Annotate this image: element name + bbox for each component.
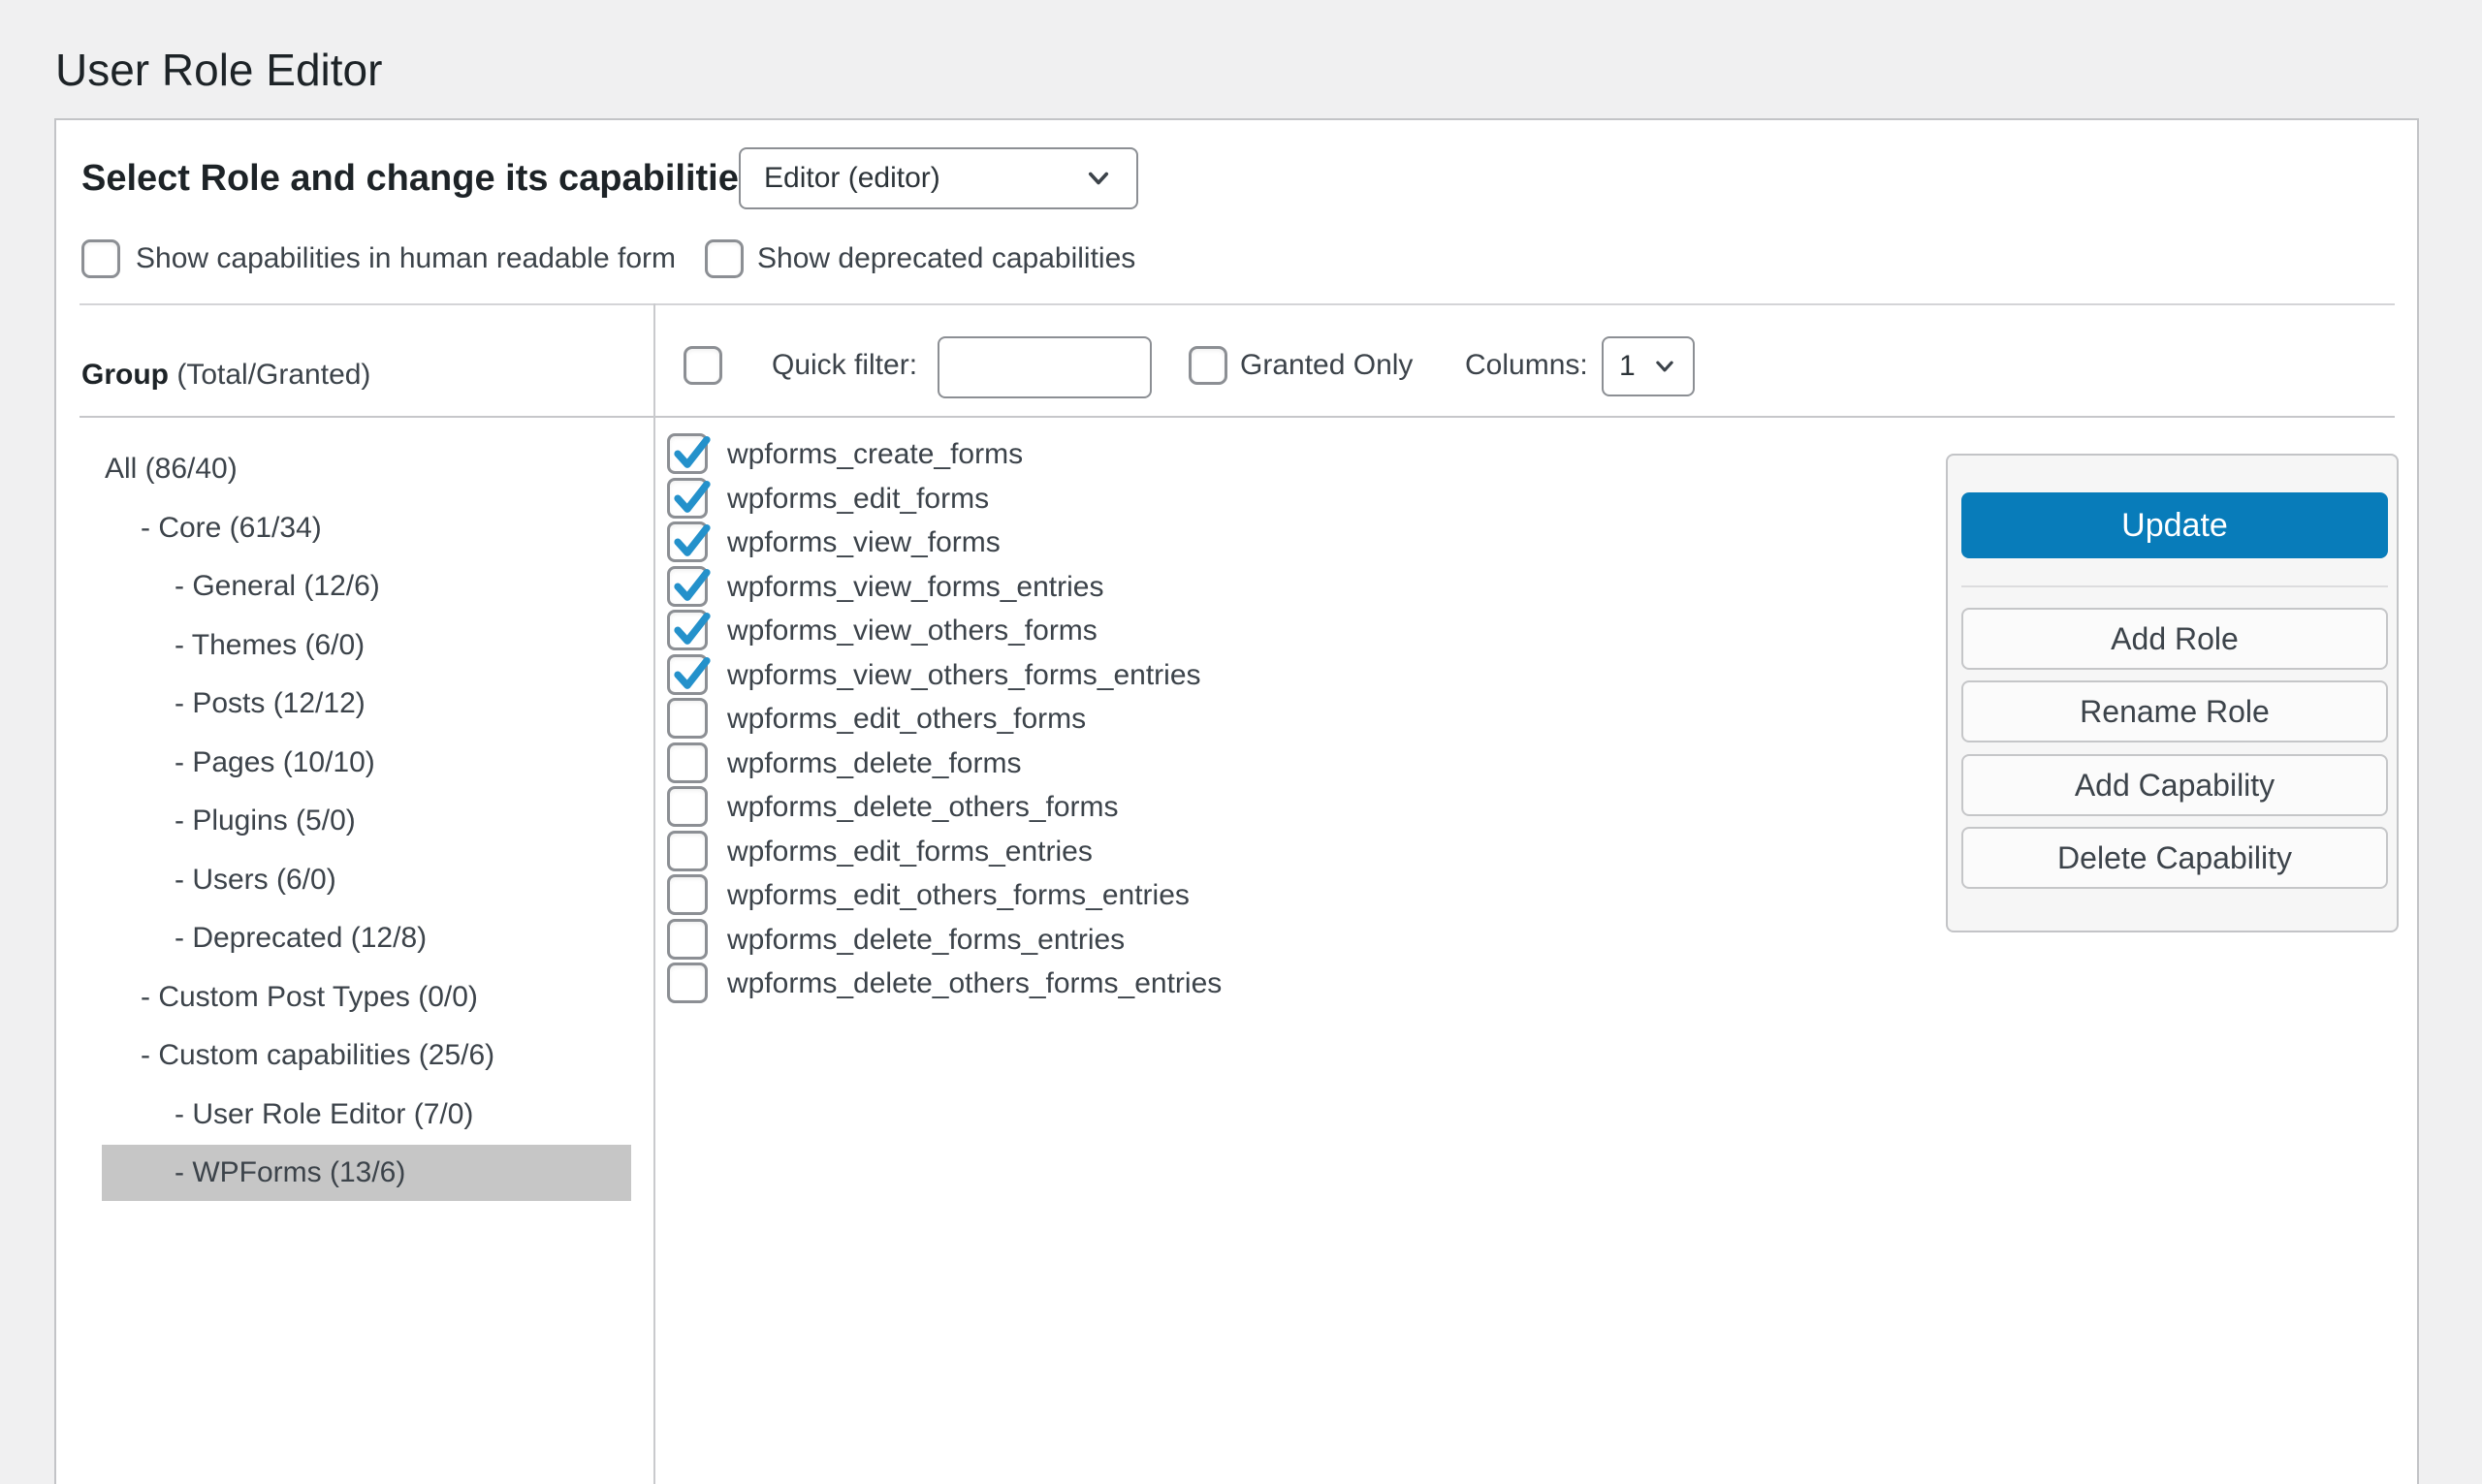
- chevron-down-icon: [1652, 354, 1677, 379]
- quick-filter-label: Quick filter:: [772, 346, 917, 385]
- group-tree-item[interactable]: - Pages (10/10): [102, 735, 631, 791]
- columns-select-value: 1: [1619, 350, 1636, 383]
- main-panel: Select Role and change its capabilities:…: [54, 118, 2419, 1484]
- capability-checkbox[interactable]: [667, 566, 708, 607]
- select-role-label: Select Role and change its capabilities:: [81, 147, 772, 209]
- group-tree-item[interactable]: - Deprecated (12/8): [102, 910, 631, 966]
- group-tree-item[interactable]: - General (12/6): [102, 558, 631, 615]
- capability-label: wpforms_view_forms_entries: [727, 566, 1103, 609]
- checkmark-icon: [670, 519, 715, 563]
- granted-only-label: Granted Only: [1240, 346, 1413, 385]
- capability-checkbox[interactable]: [667, 963, 708, 1003]
- granted-only-checkbox[interactable]: [1189, 346, 1227, 385]
- group-tree-item[interactable]: - Themes (6/0): [102, 617, 631, 674]
- group-tree-item[interactable]: - User Role Editor (7/0): [102, 1087, 631, 1143]
- capability-checkbox[interactable]: [667, 654, 708, 695]
- action-button[interactable]: Rename Role: [1961, 680, 2388, 742]
- page-title: User Role Editor: [55, 43, 382, 97]
- capability-label: wpforms_edit_forms_entries: [727, 831, 1093, 873]
- checkmark-icon: [670, 475, 715, 520]
- capability-checkbox[interactable]: [667, 786, 708, 827]
- group-tree-item[interactable]: - Core (61/34): [102, 500, 631, 556]
- role-select-value: Editor (editor): [764, 162, 940, 195]
- capability-checkbox[interactable]: [667, 478, 708, 519]
- checkmark-icon: [670, 430, 715, 475]
- group-tree-item[interactable]: - Custom capabilities (25/6): [102, 1027, 631, 1084]
- role-select[interactable]: Editor (editor): [739, 147, 1138, 209]
- capability-checkbox[interactable]: [667, 874, 708, 915]
- action-button[interactable]: Add Capability: [1961, 754, 2388, 816]
- capability-label: wpforms_view_others_forms: [727, 610, 1098, 652]
- checkmark-icon: [670, 563, 715, 608]
- group-tree-item[interactable]: - Users (6/0): [102, 852, 631, 908]
- columns-select[interactable]: 1: [1602, 336, 1695, 396]
- group-tree-item[interactable]: - Posts (12/12): [102, 676, 631, 732]
- capability-checkbox[interactable]: [667, 831, 708, 871]
- capability-label: wpforms_edit_others_forms: [727, 698, 1086, 741]
- chevron-down-icon: [1084, 164, 1113, 193]
- group-tree-item[interactable]: - Plugins (5/0): [102, 793, 631, 849]
- human-readable-checkbox[interactable]: [81, 239, 120, 278]
- checkmark-icon: [670, 651, 715, 696]
- checkmark-icon: [670, 607, 715, 651]
- group-column-header: Group (Total/Granted): [81, 356, 370, 395]
- capability-label: wpforms_view_others_forms_entries: [727, 654, 1201, 697]
- capability-label: wpforms_delete_forms_entries: [727, 919, 1125, 962]
- divider: [1961, 585, 2388, 587]
- capability-label: wpforms_delete_others_forms_entries: [727, 963, 1222, 1005]
- capability-label: wpforms_view_forms: [727, 521, 1001, 564]
- capability-label: wpforms_edit_forms: [727, 478, 989, 521]
- capability-checkbox[interactable]: [667, 610, 708, 650]
- update-button[interactable]: Update: [1961, 492, 2388, 558]
- actions-panel: Update Add Role Rename Role Add Capability…: [1946, 454, 2399, 932]
- capability-label: wpforms_edit_others_forms_entries: [727, 874, 1190, 917]
- capability-checkbox[interactable]: [667, 521, 708, 562]
- group-tree-item[interactable]: All (86/40): [102, 441, 631, 497]
- capability-checkbox[interactable]: [667, 433, 708, 474]
- show-deprecated-checkbox[interactable]: [705, 239, 744, 278]
- action-button[interactable]: Add Role: [1961, 608, 2388, 670]
- show-deprecated-label: Show deprecated capabilities: [757, 239, 1135, 278]
- capability-label: wpforms_delete_others_forms: [727, 786, 1119, 829]
- columns-label: Columns:: [1465, 346, 1588, 385]
- capability-checkbox[interactable]: [667, 698, 708, 739]
- divider: [80, 416, 2395, 418]
- capability-label: wpforms_create_forms: [727, 433, 1023, 476]
- human-readable-label: Show capabilities in human readable form: [136, 239, 676, 278]
- quick-filter-checkbox[interactable]: [684, 346, 722, 385]
- group-tree-item[interactable]: - WPForms (13/6): [102, 1145, 631, 1201]
- capability-checkbox[interactable]: [667, 919, 708, 960]
- divider: [80, 303, 2395, 305]
- quick-filter-input[interactable]: [938, 336, 1152, 398]
- action-button[interactable]: Delete Capability: [1961, 827, 2388, 889]
- group-tree-item[interactable]: - Custom Post Types (0/0): [102, 969, 631, 1026]
- capability-checkbox[interactable]: [667, 742, 708, 783]
- capability-label: wpforms_delete_forms: [727, 742, 1021, 785]
- page: User Role Editor Select Role and change …: [0, 0, 2482, 1484]
- column-divider: [653, 303, 655, 1484]
